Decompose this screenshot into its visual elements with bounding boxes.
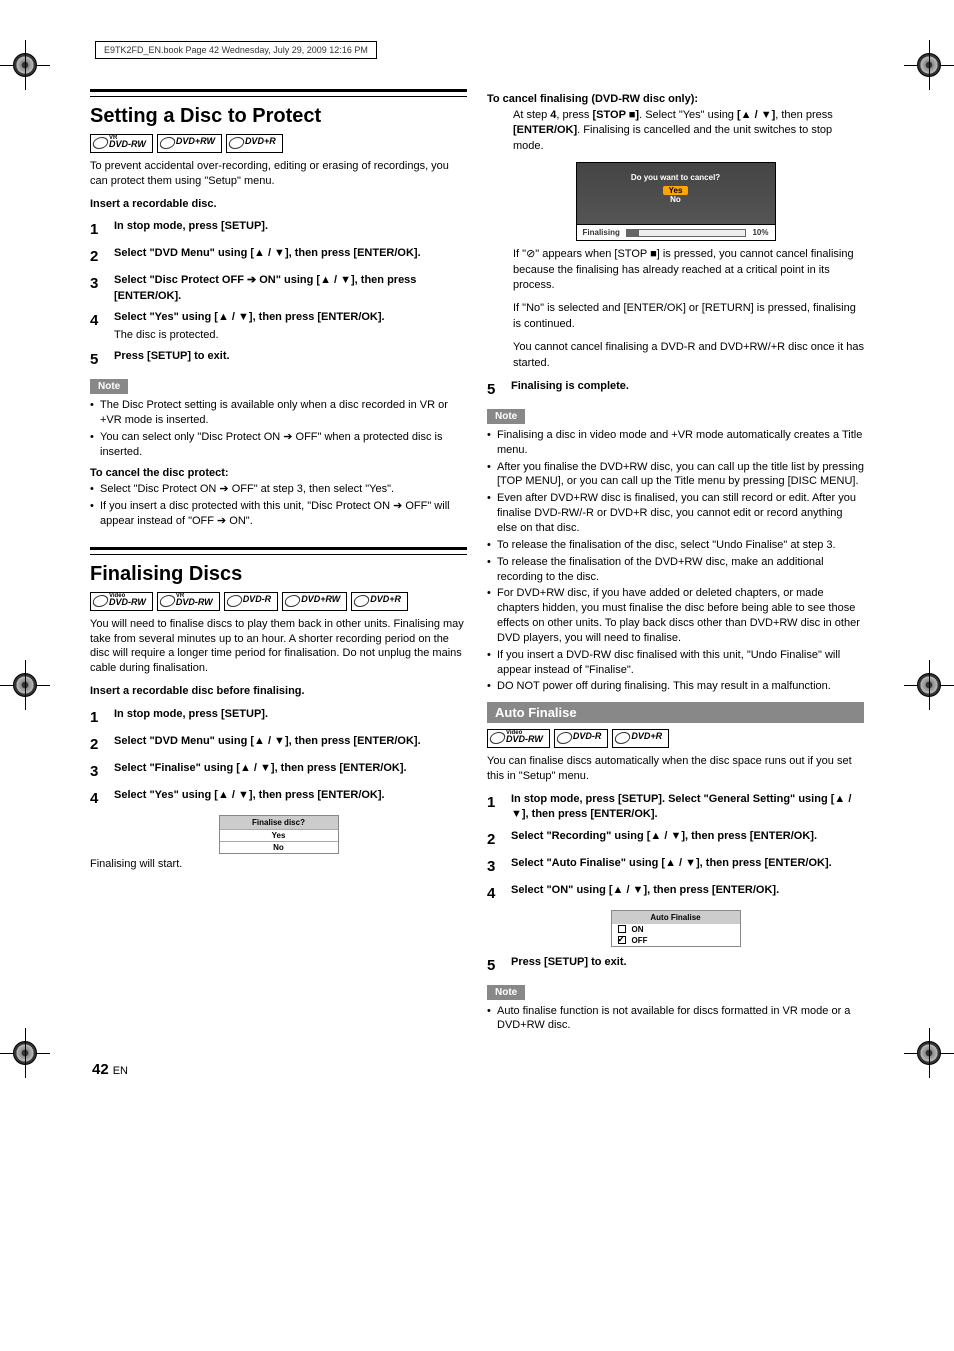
auto-off: OFF xyxy=(632,936,648,945)
intro-text: You will need to finalise discs to play … xyxy=(90,617,467,676)
note-item: For DVD+RW disc, if you have added or de… xyxy=(487,586,864,645)
heading-finalising-discs: Finalising Discs xyxy=(90,563,467,586)
page-number: 42EN xyxy=(0,1061,954,1078)
dialog-option-no: No xyxy=(220,841,338,853)
lead-text: Insert a recordable disc. xyxy=(90,197,467,212)
step-1: 1In stop mode, press [SETUP]. xyxy=(90,707,467,728)
format-badges: VideoDVD-RW VRDVD-RW DVD-R DVD+RW DVD+R xyxy=(90,592,467,611)
auto-finalise-bar: Auto Finalise xyxy=(487,702,864,723)
note-label: Note xyxy=(90,379,128,394)
auto-finalise-dialog: Auto Finalise ON OFF xyxy=(611,910,741,947)
screen-no: No xyxy=(577,195,775,204)
step-1: 1In stop mode, press [SETUP]. xyxy=(90,219,467,240)
checkbox-checked-icon xyxy=(618,936,626,944)
registration-mark xyxy=(0,40,50,90)
registration-mark xyxy=(904,1028,954,1078)
cancel-list: Select "Disc Protect ON ➔ OFF" at step 3… xyxy=(90,482,467,529)
badge-dvd-plus-r: DVD+R xyxy=(351,592,408,611)
registration-mark xyxy=(0,660,50,710)
print-header: E9TK2FD_EN.book Page 42 Wednesday, July … xyxy=(95,41,377,59)
intro-text: To prevent accidental over-recording, ed… xyxy=(90,159,467,189)
cancel-item: If you insert a disc protected with this… xyxy=(90,499,467,529)
step-4: 4Select "Yes" using [▲ / ▼], then press … xyxy=(90,788,467,809)
step-5: 5Press [SETUP] to exit. xyxy=(90,349,467,370)
note-item: Finalising a disc in video mode and +VR … xyxy=(487,428,864,458)
badge-dvd-rw-vr: VRDVD-RW xyxy=(90,134,153,153)
badge-dvd-rw-video: VideoDVD-RW xyxy=(90,592,153,611)
screen-label: Finalising xyxy=(583,228,620,237)
checkbox-icon xyxy=(618,925,626,933)
note-list: Auto finalise function is not available … xyxy=(487,1004,864,1034)
page-body: Setting a Disc to Protect VRDVD-RW DVD+R… xyxy=(0,89,954,1041)
step-3: 3Select "Auto Finalise" using [▲ / ▼], t… xyxy=(487,856,864,877)
badge-dvd-plus-rw: DVD+RW xyxy=(157,134,222,153)
progress-bar xyxy=(626,229,747,237)
note-item: To release the finalisation of the disc,… xyxy=(487,538,864,553)
cancel-finalise-head: To cancel finalising (DVD-RW disc only): xyxy=(487,93,864,105)
note-list: The Disc Protect setting is available on… xyxy=(90,398,467,459)
cancel-para-2: If "No" is selected and [ENTER/OK] or [R… xyxy=(487,301,864,332)
note-item: After you finalise the DVD+RW disc, you … xyxy=(487,460,864,490)
screen-question: Do you want to cancel? xyxy=(577,173,775,182)
format-badges: VRDVD-RW DVD+RW DVD+R xyxy=(90,134,467,153)
registration-mark xyxy=(0,1028,50,1078)
cancel-para-3: You cannot cancel finalising a DVD-R and… xyxy=(487,340,864,371)
registration-mark xyxy=(904,40,954,90)
screen-yes: Yes xyxy=(663,186,689,195)
note-item: DO NOT power off during finalising. This… xyxy=(487,679,864,694)
format-badges: VideoDVD-RW DVD-R DVD+R xyxy=(487,729,864,748)
badge-dvd-plus-rw: DVD+RW xyxy=(282,592,347,611)
note-item: You can select only "Disc Protect ON ➔ O… xyxy=(90,430,467,460)
dialog-option-yes: Yes xyxy=(220,829,338,841)
auto-intro: You can finalise discs automatically whe… xyxy=(487,754,864,784)
finalise-dialog: Finalise disc? Yes No xyxy=(219,815,339,854)
note-list: Finalising a disc in video mode and +VR … xyxy=(487,428,864,694)
registration-mark xyxy=(904,660,954,710)
badge-dvd-plus-r: DVD+R xyxy=(612,729,669,748)
badge-dvd-r: DVD-R xyxy=(224,592,279,611)
step-2: 2Select "Recording" using [▲ / ▼], then … xyxy=(487,829,864,850)
step-3: 3Select "Disc Protect OFF ➔ ON" using [▲… xyxy=(90,273,467,304)
step-4: 4Select "ON" using [▲ / ▼], then press [… xyxy=(487,883,864,904)
note-item: The Disc Protect setting is available on… xyxy=(90,398,467,428)
step-5: 5Press [SETUP] to exit. xyxy=(487,955,864,976)
screen-percent: 10% xyxy=(752,228,768,237)
badge-dvd-plus-r: DVD+R xyxy=(226,134,283,153)
note-item: If you insert a DVD-RW disc finalised wi… xyxy=(487,648,864,678)
cancel-protect-head: To cancel the disc protect: xyxy=(90,467,467,479)
dialog-title: Finalise disc? xyxy=(220,816,338,829)
cancel-screen: Do you want to cancel? Yes No Finalising… xyxy=(576,162,776,241)
left-column: Setting a Disc to Protect VRDVD-RW DVD+R… xyxy=(90,89,467,1041)
step-2: 2Select "DVD Menu" using [▲ / ▼], then p… xyxy=(90,734,467,755)
cancel-item: Select "Disc Protect ON ➔ OFF" at step 3… xyxy=(90,482,467,497)
step-3: 3Select "Finalise" using [▲ / ▼], then p… xyxy=(90,761,467,782)
dialog-caption: Finalising will start. xyxy=(90,858,467,870)
cancel-para-1: If "⊘" appears when [STOP ■] is pressed,… xyxy=(487,247,864,293)
auto-dialog-title: Auto Finalise xyxy=(612,911,740,924)
step-2: 2Select "DVD Menu" using [▲ / ▼], then p… xyxy=(90,246,467,267)
note-item: Even after DVD+RW disc is finalised, you… xyxy=(487,491,864,536)
note-label: Note xyxy=(487,985,525,1000)
right-column: To cancel finalising (DVD-RW disc only):… xyxy=(487,89,864,1041)
badge-dvd-rw-video: VideoDVD-RW xyxy=(487,729,550,748)
auto-on: ON xyxy=(632,925,644,934)
note-label: Note xyxy=(487,409,525,424)
step-5: 5Finalising is complete. xyxy=(487,379,864,400)
badge-dvd-r: DVD-R xyxy=(554,729,609,748)
badge-dvd-rw-vr: VRDVD-RW xyxy=(157,592,220,611)
note-item: To release the finalisation of the DVD+R… xyxy=(487,555,864,585)
note-item: Auto finalise function is not available … xyxy=(487,1004,864,1034)
heading-setting-disc-protect: Setting a Disc to Protect xyxy=(90,105,467,128)
step-1: 1In stop mode, press [SETUP]. Select "Ge… xyxy=(487,792,864,823)
cancel-finalise-body: At step 4, press [STOP ■]. Select "Yes" … xyxy=(487,108,864,154)
lead-text: Insert a recordable disc before finalisi… xyxy=(90,684,467,699)
step-4: 4Select "Yes" using [▲ / ▼], then press … xyxy=(90,310,467,343)
